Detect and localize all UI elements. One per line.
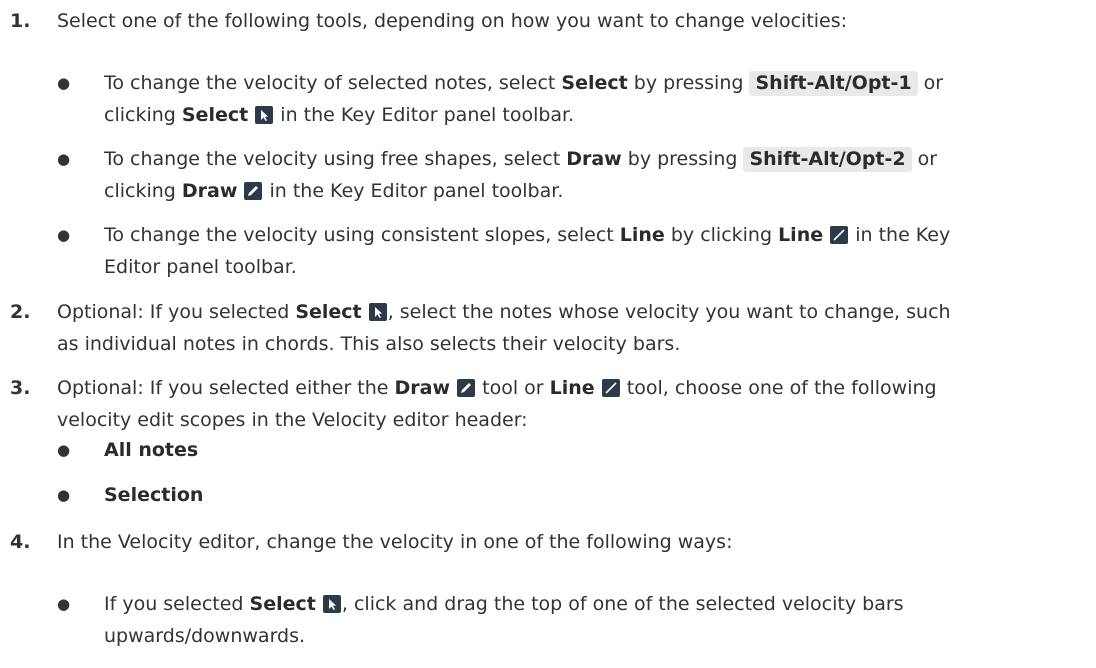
select-tool-name: Select	[561, 72, 628, 94]
draw-tool-icon	[244, 182, 263, 200]
bullet-icon: ●	[57, 441, 71, 459]
shortcut-badge: Shift-Alt/Opt-2	[743, 147, 912, 172]
shortcut-badge: Shift-Alt/Opt-1	[749, 71, 918, 96]
select-tool-name: Select	[181, 104, 249, 126]
step-text: In the Velocity editor, change the veloc…	[57, 531, 733, 553]
line-tool-icon	[601, 379, 620, 397]
select-tool-icon	[368, 303, 387, 321]
bullet-text: If you selected Select , click and drag …	[104, 593, 904, 647]
draw-tool-icon	[457, 379, 476, 397]
line-tool-icon	[830, 226, 849, 244]
scope-selection: Selection	[104, 484, 204, 506]
step-number: 4.	[10, 531, 31, 553]
bullet-icon: ●	[57, 595, 71, 613]
draw-tool-name: Draw	[394, 377, 451, 399]
select-tool-icon	[255, 106, 274, 124]
step-number: 1.	[10, 10, 31, 32]
line-tool-name: Line	[619, 224, 665, 246]
bullet-text: To change the velocity of selected notes…	[104, 71, 944, 126]
document-page: 1. Select one of the following tools, de…	[0, 0, 1096, 668]
draw-tool-name: Draw	[181, 180, 238, 202]
step-number: 3.	[10, 377, 31, 399]
bullet-text: To change the velocity using consistent …	[104, 224, 951, 278]
bullet-icon: ●	[57, 74, 71, 92]
scope-all-notes: All notes	[104, 439, 199, 461]
bullet-text: To change the velocity using free shapes…	[104, 147, 938, 202]
line-tool-name: Line	[549, 377, 595, 399]
step-text: Optional: If you selected Select , selec…	[57, 301, 951, 355]
select-tool-name: Select	[295, 301, 362, 323]
step-text: Optional: If you selected either the Dra…	[57, 377, 937, 431]
bullet-icon: ●	[57, 226, 71, 244]
line-tool-name: Line	[778, 224, 824, 246]
draw-tool-name: Draw	[566, 148, 622, 170]
bullet-icon: ●	[57, 486, 71, 504]
bullet-icon: ●	[57, 150, 71, 168]
step-number: 2.	[10, 301, 31, 323]
select-tool-icon	[322, 595, 341, 613]
select-tool-name: Select	[249, 593, 316, 615]
step-text: Select one of the following tools, depen…	[57, 10, 848, 32]
